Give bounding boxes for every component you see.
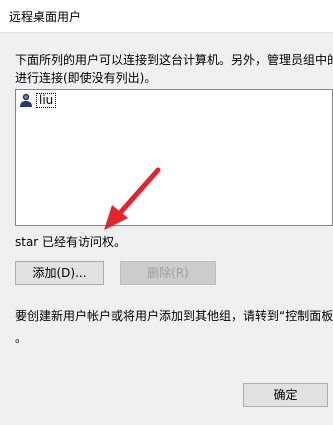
hint-line-1: 要创建新用户帐户或将用户添加到其他组，请转到“控制面板 [15, 309, 333, 323]
add-button[interactable]: 添加(D)... [15, 261, 104, 285]
hint-line-2: 。 [15, 331, 28, 345]
dialog-body: 下面所列的用户可以连接到这台计算机。另外，管理员组中的 进行连接(即使没有列出)… [0, 32, 333, 425]
user-icon [20, 93, 32, 107]
description-text: 下面所列的用户可以连接到这台计算机。另外，管理员组中的 进行连接(即使没有列出)… [15, 51, 333, 87]
description-line-1: 下面所列的用户可以连接到这台计算机。另外，管理员组中的 [15, 53, 333, 67]
user-list[interactable]: liu [15, 89, 333, 226]
hint-text: 要创建新用户帐户或将用户添加到其他组，请转到“控制面板 。 [15, 305, 333, 349]
remote-desktop-users-dialog: 远程桌面用户 下面所列的用户可以连接到这台计算机。另外，管理员组中的 进行连接(… [0, 0, 333, 425]
list-item[interactable]: liu [18, 92, 57, 108]
ok-button[interactable]: 确定 [243, 383, 328, 407]
remove-button[interactable]: 删除(R) [120, 261, 216, 285]
window-title: 远程桌面用户 [9, 10, 82, 24]
title-bar: 远程桌面用户 [0, 0, 333, 32]
list-item-label: liu [36, 92, 57, 108]
description-line-2: 进行连接(即使没有列出)。 [15, 71, 157, 85]
access-status-text: star 已经有访问权。 [15, 235, 127, 249]
